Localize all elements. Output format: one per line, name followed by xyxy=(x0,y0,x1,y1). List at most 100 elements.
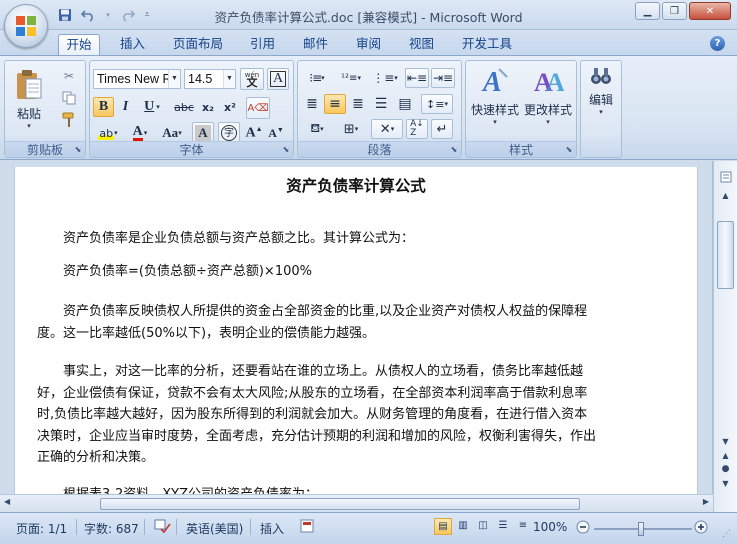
multilevel-list-icon: ⋮≡ xyxy=(372,71,395,85)
font-name-combo[interactable]: Times New R ▼ xyxy=(93,69,181,89)
scroll-left-icon[interactable]: ◀ xyxy=(4,497,10,506)
zoom-slider-thumb[interactable] xyxy=(638,522,644,536)
minimize-button[interactable]: ▁ xyxy=(635,2,660,20)
language-indicator[interactable]: 英语(美国) xyxy=(186,520,243,537)
ruler-toggle-icon[interactable] xyxy=(717,169,734,185)
font-size-dropdown-icon[interactable]: ▼ xyxy=(223,70,235,88)
paragraph-analysis: 事实上，对这一比率的分析，还要看站在谁的立场上。从债权人的立场看，债务比率越低越… xyxy=(37,364,597,465)
shrink-font-button[interactable]: A▼ xyxy=(266,123,286,143)
font-color-button[interactable]: A ▾ xyxy=(125,123,155,143)
numbering-button[interactable]: ¹²≡ ▾ xyxy=(335,68,367,88)
align-center-button[interactable]: ≡ xyxy=(324,94,346,114)
tab-insert[interactable]: 插入 xyxy=(116,34,149,56)
underline-button[interactable]: U ▾ xyxy=(138,97,166,117)
zoom-level[interactable]: 100% xyxy=(533,520,567,534)
shading-button[interactable]: ⛾ ▾ xyxy=(301,119,333,139)
bold-button[interactable]: B xyxy=(93,97,114,117)
clear-formatting-button[interactable]: A⌫ xyxy=(246,97,270,119)
copy-icon xyxy=(62,91,76,105)
full-screen-reading-icon[interactable]: ▥ xyxy=(454,518,472,535)
paragraph-group: ⁝≡ ▾ ¹²≡ ▾ ⋮≡ ▾ ⇤≡ ⇥≡ ≣ ≡ ≣ ☰ ▤ ↕≡ ▾ ⛾ ▾ ⊞ ▾ ✕… xyxy=(297,60,462,158)
align-left-button[interactable]: ≣ xyxy=(301,94,323,114)
highlight-button[interactable]: ab ▾ xyxy=(93,123,123,143)
macro-record-icon[interactable] xyxy=(300,519,314,536)
proofing-icon[interactable] xyxy=(153,518,171,537)
view-buttons: ▤ ▥ ◫ ☰ ≡ xyxy=(434,518,532,535)
paste-button[interactable]: 粘贴 ▾ xyxy=(9,64,49,134)
tab-review[interactable]: 审阅 xyxy=(352,34,385,56)
insert-mode-indicator[interactable]: 插入 xyxy=(260,520,284,537)
word-count[interactable]: 字数: 687 xyxy=(84,520,139,537)
justify-button[interactable]: ☰ xyxy=(370,94,392,114)
next-page-icon[interactable]: ▼ xyxy=(717,475,734,491)
tab-developer[interactable]: 开发工具 xyxy=(458,34,516,56)
vertical-scrollbar[interactable]: ▲ ▼ ▲ ● ▼ xyxy=(713,161,737,512)
vertical-scroll-thumb[interactable] xyxy=(717,221,734,289)
horizontal-scroll-thumb[interactable] xyxy=(100,498,580,510)
tab-home[interactable]: 开始 xyxy=(58,34,100,56)
zoom-in-icon[interactable] xyxy=(694,520,708,537)
clipboard-launcher-icon[interactable]: ⬊ xyxy=(73,145,83,155)
paragraph-launcher-icon[interactable]: ⬊ xyxy=(449,145,459,155)
phonetic-guide-button[interactable]: wén 文 xyxy=(240,68,264,90)
font-name-value: Times New R xyxy=(97,72,172,86)
tab-mailings[interactable]: 邮件 xyxy=(299,34,332,56)
bullets-button[interactable]: ⁝≡ ▾ xyxy=(301,68,333,88)
help-icon[interactable]: ? xyxy=(710,36,725,51)
scroll-up-icon[interactable]: ▲ xyxy=(717,187,734,203)
close-button[interactable]: ✕ xyxy=(689,2,731,20)
font-size-combo[interactable]: 14.5 ▼ xyxy=(184,69,236,89)
font-launcher-icon[interactable]: ⬊ xyxy=(281,145,291,155)
strikethrough-button[interactable]: abc xyxy=(172,97,196,117)
draft-view-icon[interactable]: ≡ xyxy=(514,518,532,535)
sort-button[interactable]: A↓ Z xyxy=(406,119,428,139)
tab-view[interactable]: 视图 xyxy=(405,34,438,56)
tab-page-layout[interactable]: 页面布局 xyxy=(169,34,227,56)
copy-button[interactable] xyxy=(57,88,81,108)
subscript-button[interactable]: x₂ xyxy=(198,97,218,117)
distributed-button[interactable]: ▤ xyxy=(394,94,416,114)
resize-grip-icon[interactable]: ⋰ xyxy=(722,529,731,539)
align-right-button[interactable]: ≣ xyxy=(347,94,369,114)
print-layout-view-icon[interactable]: ▤ xyxy=(434,518,452,535)
font-size-value: 14.5 xyxy=(188,72,213,86)
restore-button[interactable]: ❐ xyxy=(662,2,687,20)
change-case-button[interactable]: Aa ▾ xyxy=(157,123,187,143)
document-page[interactable]: 资产负债率计算公式 资产负债率是企业负债总额与资产总额之比。其计算公式为： 资产… xyxy=(14,167,698,512)
horizontal-scrollbar[interactable]: ◀ ▶ xyxy=(0,494,713,512)
editing-button[interactable]: 编辑 ▾ xyxy=(584,64,618,134)
tab-references[interactable]: 引用 xyxy=(246,34,279,56)
paragraph-intro: 资产负债率是企业负债总额与资产总额之比。其计算公式为： xyxy=(63,231,415,246)
grow-font-button[interactable]: A▲ xyxy=(244,123,264,143)
scroll-right-icon[interactable]: ▶ xyxy=(703,497,709,506)
paragraph-formula: 资产负债率=(负债总额÷资产总额)×100% xyxy=(63,264,312,279)
superscript-button[interactable]: x² xyxy=(220,97,240,117)
numbering-icon: ¹²≡ xyxy=(341,72,358,84)
decrease-indent-button[interactable]: ⇤≡ xyxy=(405,68,429,88)
phonetic-guide-icon: 文 xyxy=(246,76,258,89)
multilevel-list-button[interactable]: ⋮≡ ▾ xyxy=(369,68,401,88)
character-border-button[interactable]: A xyxy=(267,68,289,90)
italic-button[interactable]: I xyxy=(115,97,136,117)
line-spacing-button[interactable]: ↕≡ ▾ xyxy=(421,94,453,114)
increase-indent-button[interactable]: ⇥≡ xyxy=(431,68,455,88)
styles-launcher-icon[interactable]: ⬊ xyxy=(564,145,574,155)
cut-button[interactable]: ✂ xyxy=(57,66,81,86)
ribbon-tab-bar: 开始 插入 页面布局 引用 邮件 审阅 视图 开发工具 xyxy=(0,30,737,56)
quick-styles-button[interactable]: A 快速样式 ▾ xyxy=(469,64,521,134)
page-count[interactable]: 页面: 1/1 xyxy=(16,520,67,537)
office-button[interactable] xyxy=(4,4,48,48)
format-painter-button[interactable] xyxy=(57,110,81,130)
outline-view-icon[interactable]: ☰ xyxy=(494,518,512,535)
chinese-layout-button[interactable]: ✕ ▾ xyxy=(371,119,403,139)
zoom-out-icon[interactable] xyxy=(576,520,590,537)
web-layout-view-icon[interactable]: ◫ xyxy=(474,518,492,535)
font-name-dropdown-icon[interactable]: ▼ xyxy=(168,70,180,88)
borders-button[interactable]: ⊞ ▾ xyxy=(335,119,367,139)
show-hide-marks-button[interactable]: ↵ xyxy=(431,119,453,139)
change-styles-button[interactable]: AA 更改样式 ▾ xyxy=(522,64,574,134)
format-painter-icon xyxy=(62,112,74,127)
window-title: 资产负债率计算公式.doc [兼容模式] - Microsoft Word xyxy=(214,10,523,25)
paragraph-group-label: 段落 xyxy=(298,141,461,157)
shrink-font-icon: A▼ xyxy=(268,125,284,140)
